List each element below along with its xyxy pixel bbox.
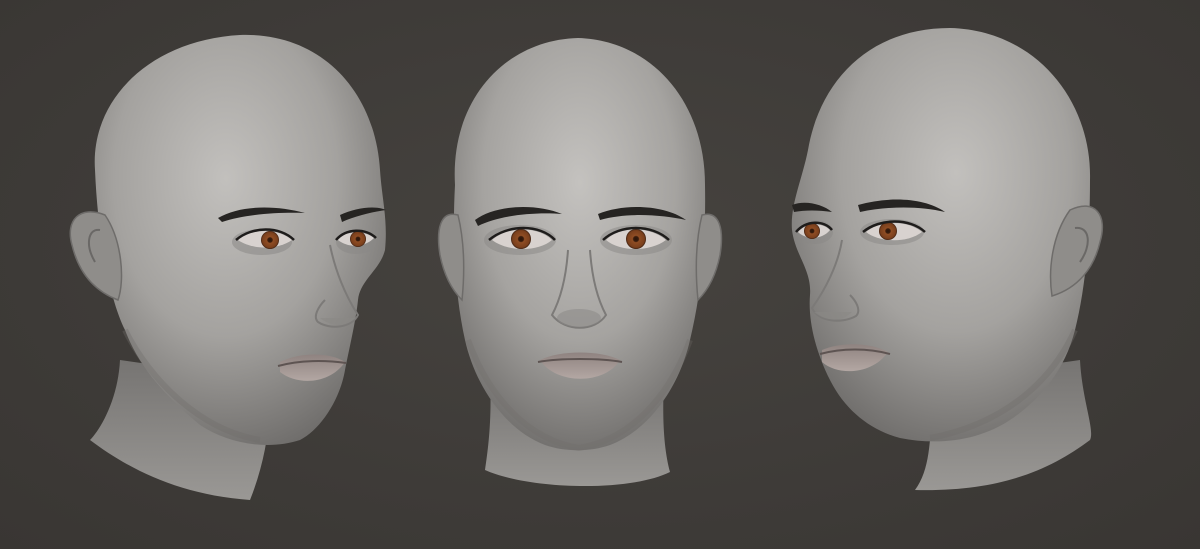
render-viewport — [0, 0, 1200, 549]
ear-right — [695, 213, 723, 302]
sculpt-render-canvas — [69, 28, 1104, 500]
head-three-quarter-right — [69, 34, 386, 500]
head-front — [437, 38, 723, 487]
head-three-quarter-left — [791, 28, 1104, 491]
ear-left — [437, 213, 465, 302]
